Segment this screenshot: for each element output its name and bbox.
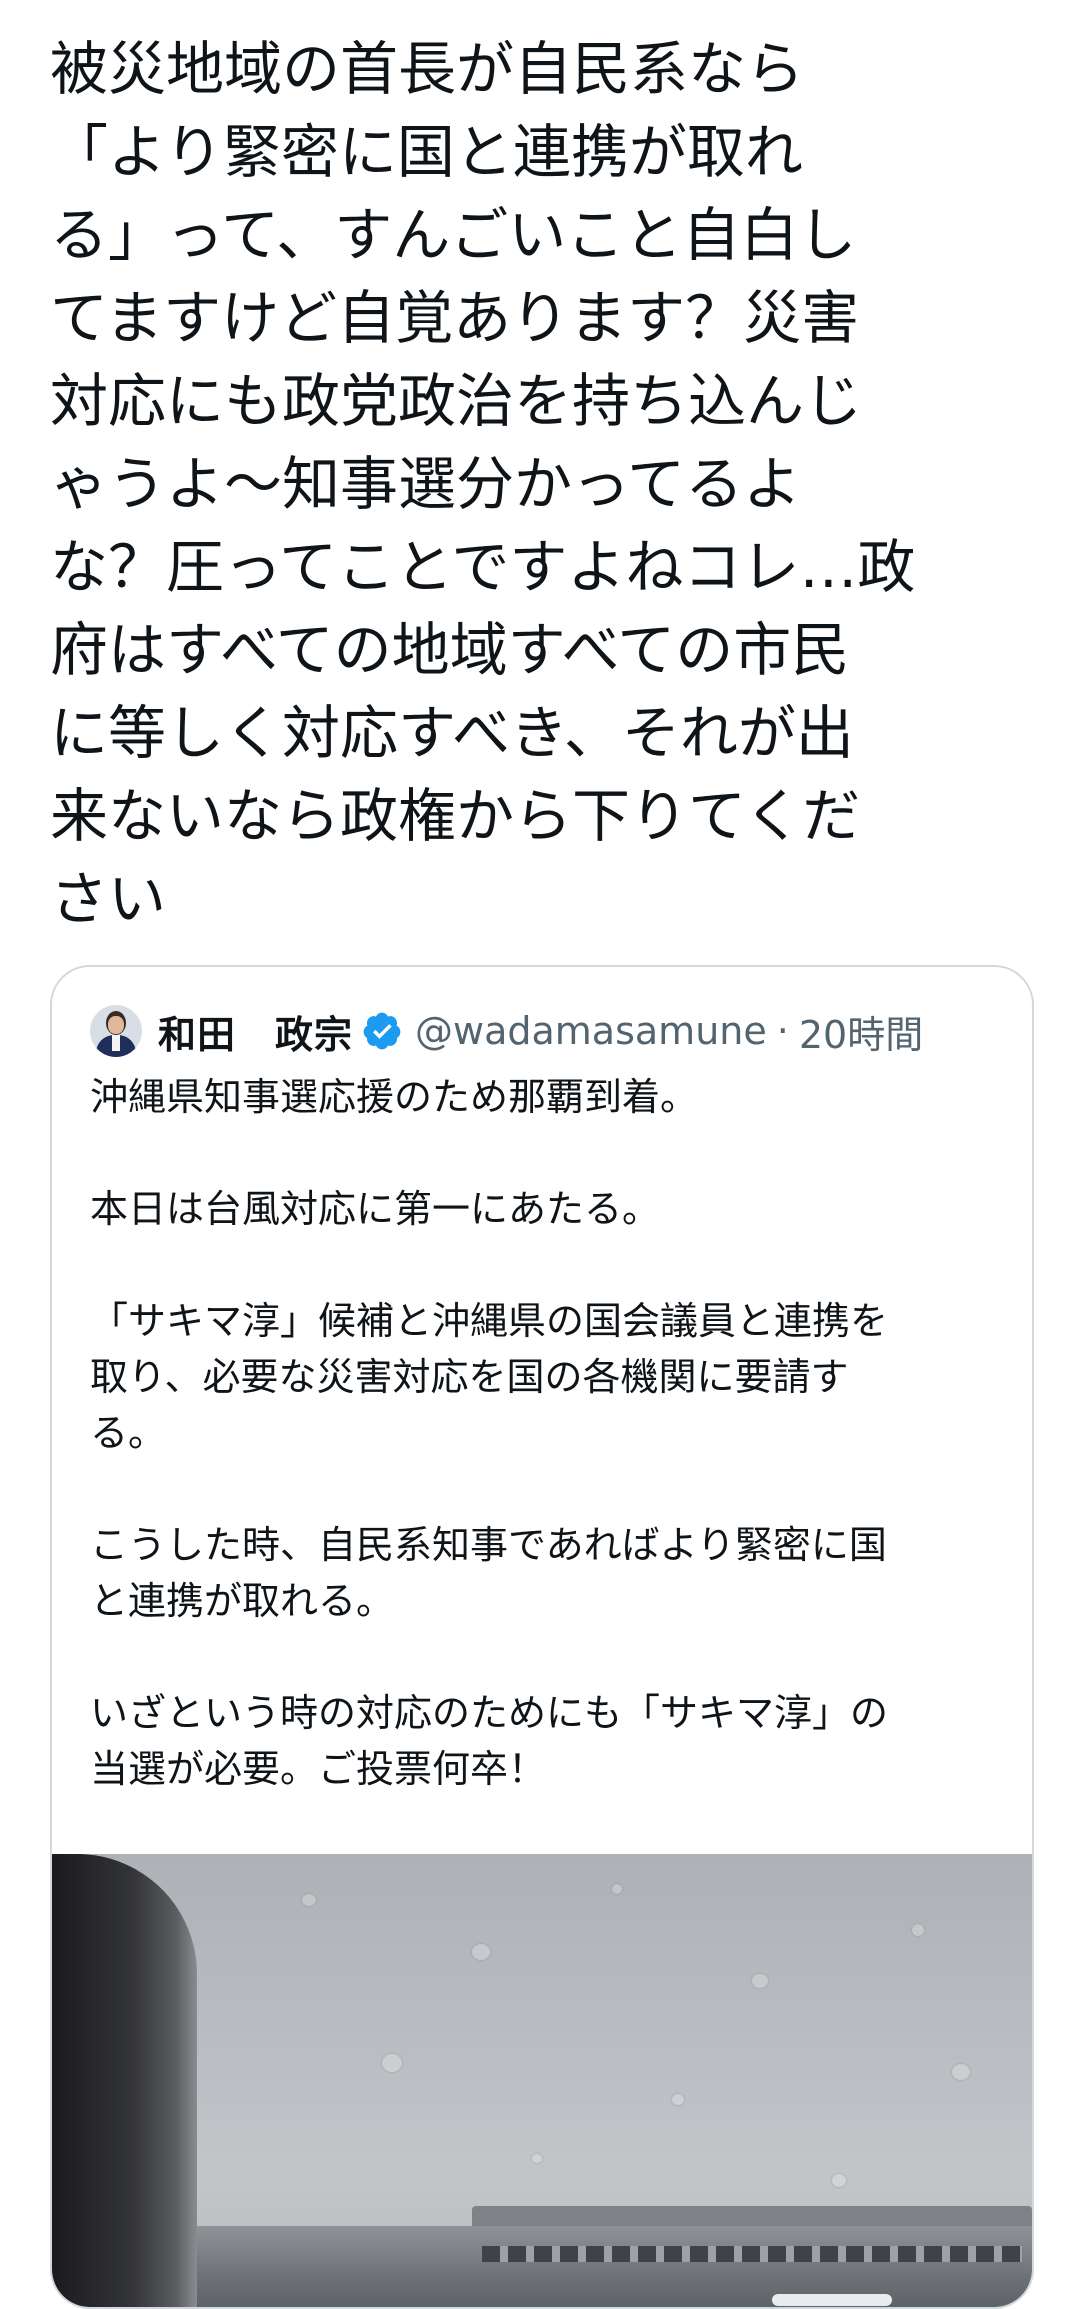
separator-dot: ·	[776, 1009, 789, 1053]
user-handle[interactable]: @wadamasamune	[415, 1009, 767, 1053]
tweet-text: 被災地域の首長が自民系なら 「より緊密に国と連携が取れ る」って、すんごいこと自…	[50, 35, 916, 933]
display-name[interactable]: 和田 政宗	[158, 1004, 353, 1059]
quoted-tweet-card[interactable]: 和田 政宗 @wadamasamune · 20時間 沖縄県知事選応援のため那覇…	[50, 965, 1034, 2309]
quoted-tweet-text: 沖縄県知事選応援のため那覇到着。 本日は台風対応に第一にあたる。 「サキマ淳」候…	[90, 1075, 889, 1791]
quoted-tweet-media-image[interactable]	[52, 1854, 1032, 2307]
quoted-tweet-header: 和田 政宗 @wadamasamune · 20時間	[90, 995, 923, 1067]
timestamp[interactable]: 20時間	[799, 1004, 923, 1059]
verified-badge-icon	[363, 1012, 401, 1050]
avatar[interactable]	[90, 1005, 142, 1057]
